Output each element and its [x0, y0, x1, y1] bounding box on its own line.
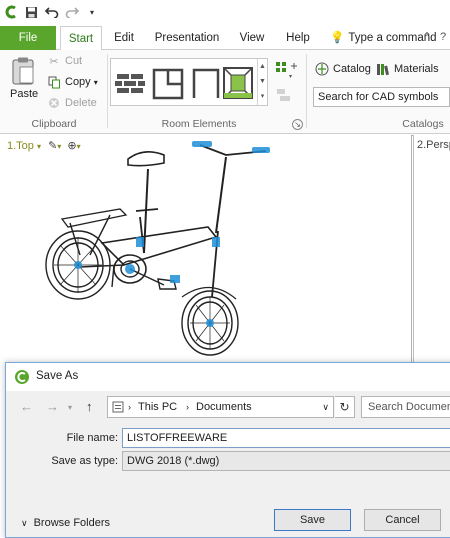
copy-icon: [47, 75, 61, 89]
tab-start[interactable]: Start: [60, 26, 102, 51]
chevron-right-icon[interactable]: ›: [128, 397, 131, 417]
back-icon[interactable]: ←: [20, 399, 33, 414]
chevron-down-icon[interactable]: ∨: [322, 397, 329, 417]
app-logo-icon: [15, 370, 29, 384]
forward-icon[interactable]: →: [46, 399, 59, 414]
save-as-type-label: Save as type:: [51, 455, 118, 467]
search-documents-input[interactable]: Search Documents: [361, 396, 450, 418]
tab-edit[interactable]: Edit: [108, 26, 140, 50]
materials-button[interactable]: Materials: [376, 62, 439, 76]
dialog-title: Save As: [36, 370, 79, 382]
wall-icon[interactable]: [114, 62, 148, 102]
lightbulb-icon: 💡: [330, 32, 345, 44]
app-logo-icon[interactable]: [3, 4, 19, 20]
gallery-scroll[interactable]: ▲ ▼ ▾: [257, 59, 267, 105]
align-button[interactable]: [275, 86, 293, 104]
browse-folders-toggle[interactable]: ∨ Browse Folders: [21, 517, 110, 529]
scissors-icon: ✂: [49, 55, 59, 68]
cancel-button[interactable]: Cancel: [364, 509, 441, 531]
clipboard-group-label: Clipboard: [31, 118, 77, 130]
paste-icon: [12, 57, 34, 85]
redo-icon[interactable]: [64, 4, 80, 20]
floor-icon[interactable]: [221, 62, 255, 102]
save-button[interactable]: Save: [274, 509, 351, 531]
copy-label: Copy: [65, 76, 91, 88]
tab-help[interactable]: Help: [281, 26, 315, 50]
svg-text:▾: ▾: [289, 74, 292, 80]
chevron-down-icon: ∨: [21, 518, 28, 528]
cut-label: Cut: [65, 55, 83, 67]
undo-icon[interactable]: [44, 4, 60, 20]
dialog-nav-bar: ← → ▾ ↑ › This PC › Documents ∨ ↻ Search…: [6, 391, 450, 423]
materials-icon: [376, 62, 390, 76]
up-folder-icon[interactable]: ↑: [86, 399, 93, 414]
recent-locations-icon[interactable]: ▾: [68, 403, 72, 412]
customize-icon[interactable]: ▾: [84, 4, 100, 20]
room-elements-group-label: Room Elements: [161, 118, 237, 130]
viewport-perspective-label[interactable]: 2.Persp: [417, 139, 450, 151]
breadcrumb-documents[interactable]: Documents: [196, 397, 252, 417]
delete-icon: [47, 96, 61, 110]
breadcrumb-this-pc[interactable]: This PC: [138, 397, 177, 417]
chevron-right-icon[interactable]: ›: [186, 397, 189, 417]
save-icon[interactable]: [23, 4, 39, 20]
address-bar[interactable]: › This PC › Documents ∨: [107, 396, 334, 418]
door-icon[interactable]: [189, 62, 223, 102]
align-icon: [277, 89, 290, 101]
delete-button[interactable]: Delete: [47, 96, 97, 110]
save-as-dialog: Save As ← → ▾ ↑ › This PC › Documents ∨ …: [5, 362, 450, 538]
file-name-input[interactable]: LISTOFFREEWARE: [122, 428, 450, 448]
layout-symbols-button[interactable]: ▾: [275, 60, 299, 80]
tab-presentation[interactable]: Presentation: [152, 26, 222, 50]
catalog-icon: [315, 62, 329, 76]
dialog-title-bar[interactable]: Save As: [6, 363, 450, 391]
bicycle-drawing: [45, 141, 270, 356]
copy-button[interactable]: Copy ▾: [47, 75, 98, 89]
file-name-label: File name:: [66, 432, 118, 444]
room-icon[interactable]: [151, 62, 185, 102]
ribbon-panel: Paste ✂ Cut Copy ▾ Delete Clipboard ▲ ▼ …: [0, 50, 450, 134]
save-as-type-select[interactable]: DWG 2018 (*.dwg): [122, 451, 450, 471]
refresh-icon[interactable]: ↻: [335, 396, 355, 418]
tab-view[interactable]: View: [234, 26, 270, 50]
help-icon[interactable]: ?: [436, 30, 450, 44]
browse-folders-label: Browse Folders: [33, 517, 111, 529]
room-elements-gallery[interactable]: ▲ ▼ ▾: [110, 58, 268, 106]
cut-button[interactable]: ✂ Cut: [47, 54, 82, 68]
tab-file[interactable]: File: [0, 26, 56, 50]
quick-access-toolbar: ▾: [0, 0, 450, 26]
materials-label: Materials: [394, 63, 439, 75]
catalog-label: Catalog: [333, 63, 371, 75]
grid-add-icon: ▾: [276, 62, 297, 80]
catalog-button[interactable]: Catalog: [315, 62, 371, 76]
delete-label: Delete: [65, 97, 97, 109]
folder-icon: [112, 397, 124, 417]
ribbon-tab-bar: File Start Edit Presentation View Help 💡…: [0, 26, 450, 51]
paste-label: Paste: [10, 88, 39, 100]
viewport-top-label[interactable]: 1.Top: [7, 140, 34, 152]
dialog-launcher-icon[interactable]: ↘: [292, 119, 303, 130]
group-divider: [306, 54, 307, 128]
collapse-ribbon-icon[interactable]: ⌃: [420, 30, 434, 44]
catalogs-group-label: Catalogs: [402, 118, 444, 130]
group-divider: [107, 54, 108, 128]
chevron-down-icon: ▾: [93, 77, 98, 87]
cad-symbol-search-input[interactable]: Search for CAD symbols: [313, 87, 450, 107]
